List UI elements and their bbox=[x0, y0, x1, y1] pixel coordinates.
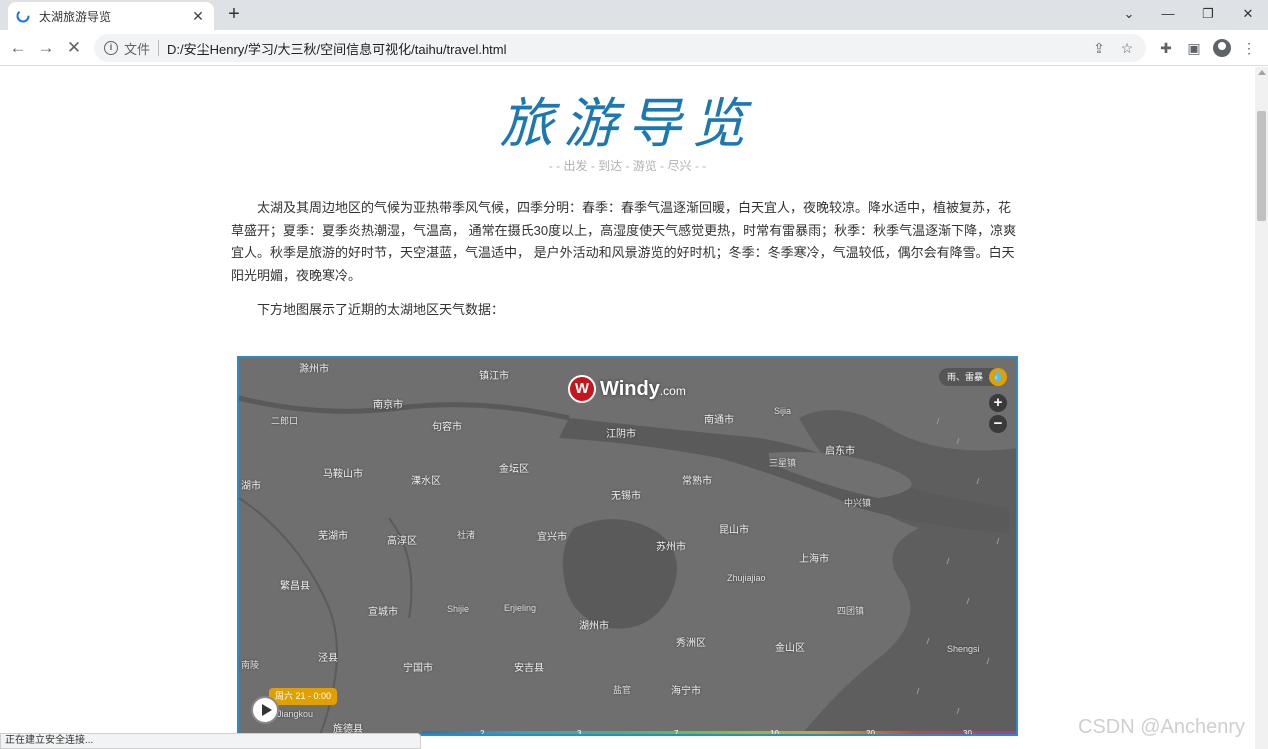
watermark: CSDN @Anchenry bbox=[1078, 716, 1246, 738]
forward-button[interactable]: → bbox=[36, 38, 56, 58]
city-label: 四团镇 bbox=[837, 606, 865, 616]
city-label: 安吉县 bbox=[514, 663, 544, 674]
city-label: 启东市 bbox=[825, 446, 855, 457]
city-label: 芜湖市 bbox=[318, 531, 348, 542]
city-label: Zhujiajiao bbox=[727, 573, 766, 583]
loading-icon bbox=[16, 9, 30, 23]
city-label: 金坛区 bbox=[499, 464, 529, 475]
stop-loading-button[interactable]: ✕ bbox=[64, 38, 84, 58]
legend-label: 7 bbox=[674, 729, 679, 736]
zoom-out-button[interactable]: − bbox=[989, 415, 1007, 433]
profile-icon[interactable] bbox=[1213, 39, 1231, 57]
city-label: 南京市 bbox=[373, 400, 403, 411]
city-label: 宁国市 bbox=[403, 663, 433, 674]
close-window-button[interactable]: ✕ bbox=[1237, 4, 1259, 24]
city-label: 南陵 bbox=[241, 660, 260, 670]
city-label: 马鞍山市 bbox=[323, 469, 363, 480]
city-label: 滁州市 bbox=[299, 364, 329, 375]
city-label: 溧水区 bbox=[411, 476, 441, 487]
legend-label: 3 bbox=[577, 729, 582, 736]
city-label: Shengsi bbox=[947, 644, 980, 654]
city-label: 盐官 bbox=[613, 685, 632, 695]
city-label: 宣城市 bbox=[368, 607, 398, 618]
tab-search-icon[interactable]: ⌄ bbox=[1118, 4, 1140, 24]
windy-logo-icon: W bbox=[568, 375, 596, 403]
tab-title: 太湖旅游导览 bbox=[39, 9, 112, 24]
city-label: 泾县 bbox=[318, 653, 338, 664]
legend-label: 10 bbox=[770, 729, 779, 736]
city-label: Erjieling bbox=[504, 603, 537, 613]
city-label: 宜兴市 bbox=[537, 532, 567, 543]
city-label: 昆山市 bbox=[719, 525, 749, 536]
city-label: 中兴镇 bbox=[844, 498, 872, 508]
city-label: 湖州市 bbox=[579, 621, 609, 632]
sidepanel-icon[interactable]: ▣ bbox=[1185, 39, 1203, 57]
share-icon[interactable]: ⇪ bbox=[1090, 39, 1108, 57]
legend-label: 2 bbox=[480, 729, 485, 736]
city-label: 秀洲区 bbox=[676, 638, 706, 649]
info-icon[interactable]: i bbox=[104, 41, 118, 55]
city-label: 镇江市 bbox=[479, 371, 509, 382]
vertical-scrollbar[interactable] bbox=[1255, 67, 1268, 749]
browser-toolbar: ← → ✕ i 文件 D:/安尘Henry/学习/大三秋/空间信息可视化/tai… bbox=[0, 30, 1268, 66]
windy-map[interactable]: 滁州市 镇江市 南京市 句容市 江阴市 南通市 Sijia 启东市 三星镇 二郎… bbox=[237, 356, 1018, 736]
windy-logo[interactable]: W Windy.com bbox=[568, 374, 686, 404]
city-label: 句容市 bbox=[432, 422, 462, 433]
city-label: 金山区 bbox=[775, 643, 805, 654]
tab-strip: 太湖旅游导览 ✕ + ⌄ — ❐ ✕ bbox=[0, 0, 1268, 30]
menu-icon[interactable]: ⋮ bbox=[1240, 39, 1258, 57]
url-text[interactable]: D:/安尘Henry/学习/大三秋/空间信息可视化/taihu/travel.h… bbox=[167, 39, 1080, 58]
windy-logo-suffix: .com bbox=[659, 383, 686, 398]
status-bar: 正在建立安全连接... bbox=[0, 733, 421, 749]
city-label: 无锡市 bbox=[611, 491, 641, 502]
browser-tab[interactable]: 太湖旅游导览 ✕ bbox=[8, 2, 214, 30]
divider bbox=[158, 40, 160, 56]
scheme-label: 文件 bbox=[124, 41, 151, 57]
timeline-time-label: 周六 21 - 0:00 bbox=[269, 688, 338, 705]
city-label: 高淳区 bbox=[387, 536, 417, 547]
map-terrain bbox=[239, 358, 1016, 734]
legend-label: 20 bbox=[866, 729, 875, 736]
rain-legend-bar bbox=[422, 731, 1016, 734]
minimize-button[interactable]: — bbox=[1157, 4, 1179, 24]
legend-label: 30 bbox=[963, 729, 972, 736]
close-tab-icon[interactable]: ✕ bbox=[190, 8, 206, 24]
city-label: 常熟市 bbox=[682, 476, 712, 487]
extensions-icon[interactable]: ✚ bbox=[1157, 39, 1175, 57]
page-viewport: 旅游导览 - - 出发 - 到达 - 游览 - 尽兴 - - 太湖及其周边地区的… bbox=[0, 67, 1255, 749]
rain-drop-icon[interactable]: 💧 bbox=[989, 368, 1007, 386]
star-icon[interactable]: ☆ bbox=[1118, 39, 1136, 57]
city-label: 二郎口 bbox=[271, 416, 299, 426]
maximize-button[interactable]: ❐ bbox=[1197, 4, 1219, 24]
windy-logo-text: Windy bbox=[600, 377, 660, 400]
city-label: 社渚 bbox=[457, 530, 476, 540]
city-label: 上海市 bbox=[799, 554, 829, 565]
city-label: 海宁市 bbox=[671, 686, 701, 697]
page-title: 旅游导览 bbox=[499, 92, 756, 155]
address-bar[interactable]: i 文件 D:/安尘Henry/学习/大三秋/空间信息可视化/taihu/tra… bbox=[94, 34, 1146, 62]
page-subtitle: - - 出发 - 到达 - 游览 - 尽兴 - - bbox=[548, 159, 707, 173]
zoom-in-button[interactable]: + bbox=[989, 394, 1007, 412]
city-label: 繁昌县 bbox=[280, 581, 310, 592]
city-label: Shijie bbox=[447, 604, 470, 614]
climate-paragraph: 太湖及其周边地区的气候为亚热带季风气候，四季分明：春季：春季气温逐渐回暖，白天宜… bbox=[231, 200, 1017, 283]
play-icon[interactable] bbox=[251, 696, 279, 724]
city-label: 苏州市 bbox=[656, 542, 686, 553]
city-label: 江阴市 bbox=[606, 429, 636, 440]
city-label: 三星镇 bbox=[769, 458, 797, 468]
back-button[interactable]: ← bbox=[8, 38, 28, 58]
city-label: 湖市 bbox=[241, 481, 261, 492]
city-label: Sijia bbox=[774, 406, 792, 416]
map-intro-paragraph: 下方地图展示了近期的太湖地区天气数据： bbox=[257, 302, 505, 317]
city-label: 南通市 bbox=[704, 415, 734, 426]
scroll-up-icon[interactable] bbox=[1258, 70, 1266, 75]
scrollbar-thumb[interactable] bbox=[1257, 111, 1266, 221]
city-label: Jiangkou bbox=[277, 709, 314, 719]
new-tab-button[interactable]: + bbox=[224, 4, 244, 24]
